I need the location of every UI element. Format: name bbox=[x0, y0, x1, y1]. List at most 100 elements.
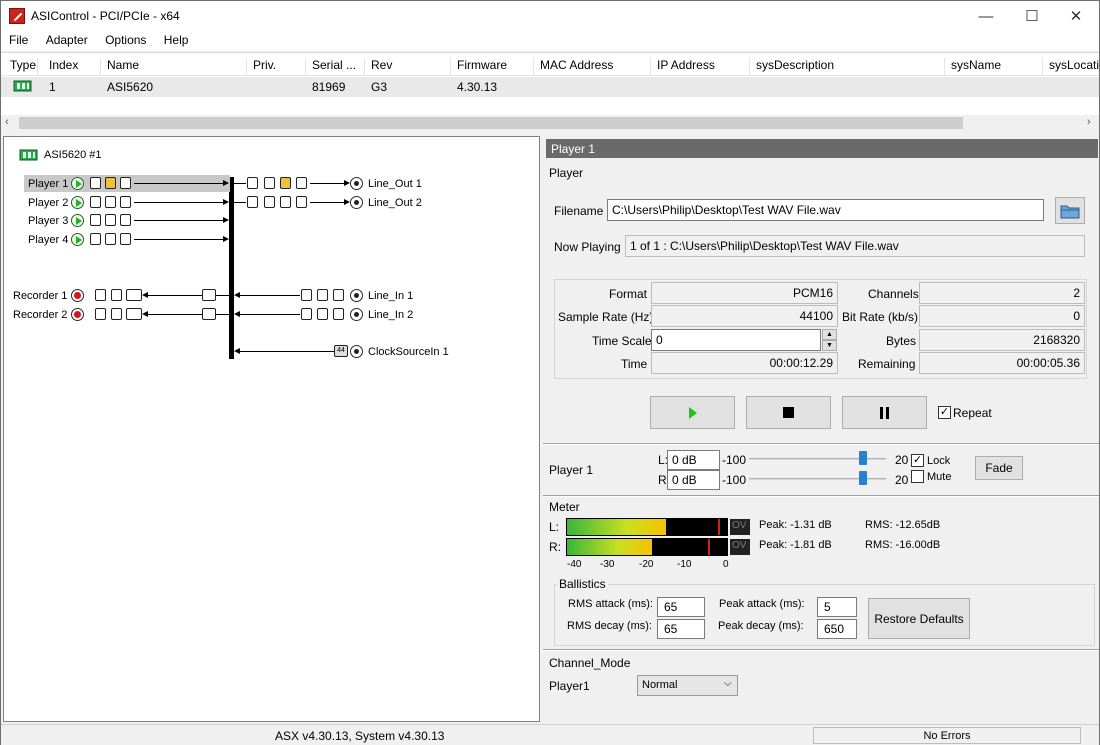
level-icon[interactable] bbox=[296, 196, 307, 208]
recorder-2-label[interactable]: Recorder 2 bbox=[13, 309, 67, 321]
fade-button[interactable]: Fade bbox=[975, 456, 1023, 480]
rms-decay-input[interactable]: 65 bbox=[657, 619, 705, 639]
volume-left-input[interactable]: 0 dB bbox=[667, 450, 720, 470]
menu-help[interactable]: Help bbox=[156, 31, 195, 47]
play-icon[interactable] bbox=[71, 233, 84, 246]
volume-right-thumb[interactable] bbox=[859, 471, 867, 485]
volume-icon[interactable] bbox=[317, 308, 328, 320]
meter-icon[interactable] bbox=[105, 196, 116, 208]
vox-icon[interactable] bbox=[126, 308, 142, 320]
volume-right-input[interactable]: 0 dB bbox=[667, 470, 720, 490]
player-3-label[interactable]: Player 3 bbox=[28, 215, 68, 227]
col-sysname[interactable]: sysName bbox=[945, 58, 1043, 75]
restore-defaults-button[interactable]: Restore Defaults bbox=[868, 598, 970, 639]
mode-icon[interactable] bbox=[120, 233, 131, 245]
volume-icon[interactable] bbox=[90, 233, 101, 245]
volume-icon[interactable] bbox=[90, 196, 101, 208]
input-jack-icon[interactable] bbox=[350, 308, 363, 321]
meter-icon[interactable] bbox=[105, 214, 116, 226]
scroll-right-icon[interactable]: › bbox=[1087, 116, 1091, 128]
mux-icon[interactable] bbox=[202, 308, 216, 320]
menu-options[interactable]: Options bbox=[97, 31, 152, 47]
mute-checkbox[interactable] bbox=[911, 470, 924, 483]
timescale-down-button[interactable]: ▼ bbox=[822, 340, 837, 351]
clock-rate-badge[interactable]: 44 bbox=[334, 345, 348, 357]
meter-icon[interactable] bbox=[280, 196, 291, 208]
stop-button[interactable] bbox=[746, 396, 831, 429]
volume-icon[interactable] bbox=[90, 177, 101, 189]
col-firmware[interactable]: Firmware bbox=[451, 58, 534, 75]
browse-button[interactable] bbox=[1055, 197, 1085, 224]
clock-jack-icon[interactable] bbox=[350, 345, 363, 358]
col-type[interactable]: Type bbox=[4, 58, 38, 75]
mode-icon[interactable] bbox=[120, 214, 131, 226]
mode-icon[interactable] bbox=[95, 289, 106, 301]
play-icon[interactable] bbox=[71, 214, 84, 227]
peak-decay-input[interactable]: 650 bbox=[817, 619, 857, 639]
lock-checkbox[interactable]: ✓ bbox=[911, 454, 924, 467]
volume-icon[interactable] bbox=[264, 196, 275, 208]
play-button[interactable] bbox=[650, 396, 735, 429]
level-icon[interactable] bbox=[301, 289, 312, 301]
level-icon[interactable] bbox=[301, 308, 312, 320]
maximize-button[interactable]: ☐ bbox=[1009, 1, 1055, 31]
line-out-1-label[interactable]: Line_Out 1 bbox=[368, 178, 422, 190]
col-syslocation[interactable]: sysLocati bbox=[1043, 58, 1099, 75]
menu-file[interactable]: File bbox=[1, 31, 34, 47]
play-icon[interactable] bbox=[71, 196, 84, 209]
scroll-left-icon[interactable]: ‹ bbox=[5, 116, 9, 128]
player-1-label[interactable]: Player 1 bbox=[28, 178, 68, 190]
adapter-label[interactable]: ASI5620 #1 bbox=[44, 149, 102, 161]
mode-icon[interactable] bbox=[120, 196, 131, 208]
pause-button[interactable] bbox=[842, 396, 927, 429]
play-icon[interactable] bbox=[71, 177, 84, 190]
output-jack-icon[interactable] bbox=[350, 177, 363, 190]
meter-icon[interactable] bbox=[280, 177, 291, 189]
line-out-2-label[interactable]: Line_Out 2 bbox=[368, 197, 422, 209]
col-ip[interactable]: IP Address bbox=[651, 58, 750, 75]
mux-icon[interactable] bbox=[202, 289, 216, 301]
col-serial[interactable]: Serial ... bbox=[306, 58, 365, 75]
gain-icon[interactable] bbox=[333, 308, 344, 320]
line-in-1-label[interactable]: Line_In 1 bbox=[368, 290, 413, 302]
col-priv[interactable]: Priv. bbox=[247, 58, 306, 75]
table-scrollbar[interactable]: ‹ › bbox=[1, 115, 1099, 131]
peak-attack-input[interactable]: 5 bbox=[817, 597, 857, 617]
menu-adapter[interactable]: Adapter bbox=[38, 31, 94, 47]
volume-icon[interactable] bbox=[317, 289, 328, 301]
clock-source-label[interactable]: ClockSourceIn 1 bbox=[368, 346, 449, 358]
scroll-thumb[interactable] bbox=[19, 117, 963, 129]
col-mac[interactable]: MAC Address bbox=[534, 58, 651, 75]
player-4-label[interactable]: Player 4 bbox=[28, 234, 68, 246]
mode-icon[interactable] bbox=[120, 177, 131, 189]
recorder-1-label[interactable]: Recorder 1 bbox=[13, 290, 67, 302]
meter-icon[interactable] bbox=[105, 177, 116, 189]
minimize-button[interactable]: — bbox=[963, 1, 1009, 31]
meter-icon[interactable] bbox=[111, 289, 122, 301]
close-button[interactable]: ✕ bbox=[1053, 1, 1099, 31]
meter-icon[interactable] bbox=[105, 233, 116, 245]
gain-icon[interactable] bbox=[333, 289, 344, 301]
volume-icon[interactable] bbox=[90, 214, 101, 226]
col-rev[interactable]: Rev bbox=[365, 58, 451, 75]
meter-icon[interactable] bbox=[111, 308, 122, 320]
table-row[interactable]: 1 ASI5620 81969 G3 4.30.13 bbox=[1, 77, 1099, 97]
col-sysdescription[interactable]: sysDescription bbox=[750, 58, 945, 75]
volume-icon[interactable] bbox=[264, 177, 275, 189]
repeat-checkbox[interactable]: ✓ bbox=[938, 406, 951, 419]
volume-left-thumb[interactable] bbox=[859, 451, 867, 465]
mixer-icon[interactable] bbox=[247, 177, 258, 189]
col-name[interactable]: Name bbox=[101, 58, 247, 75]
rms-attack-input[interactable]: 65 bbox=[657, 597, 705, 617]
channel-mode-select[interactable]: Normal ⌵ bbox=[637, 675, 738, 696]
mode-icon[interactable] bbox=[95, 308, 106, 320]
level-icon[interactable] bbox=[296, 177, 307, 189]
record-icon[interactable] bbox=[71, 289, 84, 302]
filename-field[interactable]: C:\Users\Philip\Desktop\Test WAV File.wa… bbox=[607, 199, 1044, 221]
line-in-2-label[interactable]: Line_In 2 bbox=[368, 309, 413, 321]
timescale-input[interactable]: 0 bbox=[651, 329, 821, 351]
record-icon[interactable] bbox=[71, 308, 84, 321]
player-2-label[interactable]: Player 2 bbox=[28, 197, 68, 209]
timescale-up-button[interactable]: ▲ bbox=[822, 329, 837, 340]
input-jack-icon[interactable] bbox=[350, 289, 363, 302]
